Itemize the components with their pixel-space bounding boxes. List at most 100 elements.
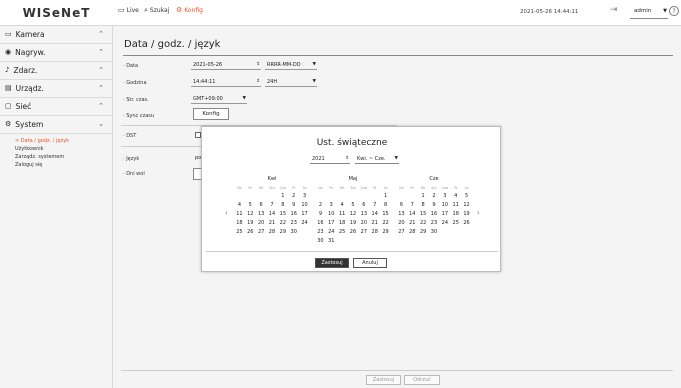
calendar-day[interactable]: 3 — [299, 192, 310, 200]
calendar-day[interactable]: 25 — [234, 228, 245, 236]
calendar-day[interactable]: 13 — [358, 210, 369, 218]
calendar-day[interactable]: 21 — [369, 219, 380, 227]
calendar-day[interactable]: 1 — [418, 192, 429, 200]
calendar-day[interactable]: 28 — [267, 228, 278, 236]
calendar-day[interactable]: 19 — [245, 219, 256, 227]
calendar-day[interactable]: 13 — [256, 210, 267, 218]
apply-button[interactable]: Zastosuj — [366, 375, 401, 385]
timezone-select[interactable]: GMT+09:00 ▼ — [191, 95, 247, 104]
calendar-day[interactable]: 26 — [245, 228, 256, 236]
sidebar-item-camera[interactable]: ▭ Kamera ⌃ — [0, 26, 112, 44]
calendar-day[interactable]: 29 — [380, 228, 391, 236]
search-button[interactable]: ⌕ Szukaj — [144, 7, 169, 15]
calendar-day[interactable]: 5 — [348, 201, 359, 209]
sidebar-item-device[interactable]: ▤ Urządz. ⌃ — [0, 80, 112, 98]
calendar-day[interactable]: 7 — [407, 201, 418, 209]
calendar-day[interactable]: 17 — [326, 219, 337, 227]
dialog-cancel-button[interactable]: Anuluj — [353, 258, 387, 268]
calendar-day[interactable]: 5 — [245, 201, 256, 209]
calendar-day[interactable]: 17 — [439, 210, 450, 218]
calendar-day[interactable]: 29 — [418, 228, 429, 236]
calendar-day[interactable]: 24 — [299, 219, 310, 227]
calendar-day[interactable]: 15 — [418, 210, 429, 218]
calendar-day[interactable]: 4 — [450, 192, 461, 200]
calendar-day[interactable]: 23 — [429, 219, 440, 227]
calendar-day[interactable]: 21 — [267, 219, 278, 227]
submenu-item-user[interactable]: Użytkownik — [15, 146, 112, 154]
calendar-day[interactable]: 9 — [288, 201, 299, 209]
prev-month-icon[interactable]: ‹ — [225, 209, 228, 217]
calendar-day[interactable]: 8 — [418, 201, 429, 209]
time-format-select[interactable]: 24H ▼ — [265, 78, 317, 87]
date-format-select[interactable]: RRRR-MM-DD ▼ — [265, 61, 317, 70]
calendar-day[interactable]: 19 — [461, 210, 472, 218]
calendar-day[interactable]: 4 — [234, 201, 245, 209]
calendar-day[interactable]: 25 — [450, 219, 461, 227]
calendar-day[interactable]: 2 — [288, 192, 299, 200]
calendar-day[interactable]: 16 — [429, 210, 440, 218]
calendar-day[interactable]: 25 — [337, 228, 348, 236]
sidebar-item-event[interactable]: ♪ Zdarz. ⌃ — [0, 62, 112, 80]
calendar-day[interactable]: 15 — [277, 210, 288, 218]
calendar-day[interactable]: 6 — [396, 201, 407, 209]
calendar-day[interactable]: 11 — [337, 210, 348, 218]
calendar-day[interactable]: 27 — [256, 228, 267, 236]
calendar-day[interactable]: 20 — [256, 219, 267, 227]
calendar-day[interactable]: 12 — [245, 210, 256, 218]
calendar-day[interactable]: 23 — [315, 228, 326, 236]
calendar-day[interactable]: 13 — [396, 210, 407, 218]
next-month-icon[interactable]: › — [477, 209, 480, 217]
calendar-day[interactable]: 6 — [256, 201, 267, 209]
calendar-day[interactable]: 10 — [326, 210, 337, 218]
submenu-item-log[interactable]: Zaloguj się — [15, 162, 112, 170]
calendar-day[interactable]: 18 — [337, 219, 348, 227]
calendar-day[interactable]: 1 — [277, 192, 288, 200]
calendar-day[interactable]: 1 — [380, 192, 391, 200]
calendar-day[interactable]: 15 — [380, 210, 391, 218]
calendar-day[interactable]: 10 — [299, 201, 310, 209]
calendar-day[interactable]: 7 — [369, 201, 380, 209]
sidebar-item-record[interactable]: ◉ Nagryw. ⌃ — [0, 44, 112, 62]
sidebar-item-system[interactable]: ⚙ System ⌄ — [0, 116, 112, 134]
calendar-day[interactable]: 26 — [348, 228, 359, 236]
calendar-day[interactable]: 10 — [439, 201, 450, 209]
calendar-day[interactable]: 28 — [407, 228, 418, 236]
calendar-day[interactable]: 24 — [439, 219, 450, 227]
calendar-day[interactable]: 4 — [337, 201, 348, 209]
calendar-day[interactable]: 8 — [277, 201, 288, 209]
calendar-day[interactable]: 11 — [450, 201, 461, 209]
calendar-day[interactable]: 14 — [407, 210, 418, 218]
calendar-day[interactable]: 23 — [288, 219, 299, 227]
calendar-day[interactable]: 2 — [429, 192, 440, 200]
calendar-day[interactable]: 8 — [380, 201, 391, 209]
calendar-day[interactable]: 3 — [326, 201, 337, 209]
calendar-day[interactable]: 30 — [288, 228, 299, 236]
year-field[interactable]: 2021 ⇕ — [310, 155, 350, 164]
setup-button[interactable]: ⚙ Konfig — [176, 7, 203, 15]
calendar-day[interactable]: 19 — [348, 219, 359, 227]
month-range-select[interactable]: Kwi. ~ Cze. ▼ — [355, 155, 399, 164]
calendar-day[interactable]: 20 — [396, 219, 407, 227]
calendar-day[interactable]: 12 — [461, 201, 472, 209]
calendar-day[interactable]: 30 — [429, 228, 440, 236]
calendar-day[interactable]: 24 — [326, 228, 337, 236]
calendar-day[interactable]: 22 — [380, 219, 391, 227]
sidebar-item-network[interactable]: ▢ Sieć ⌃ — [0, 98, 112, 116]
submenu-item-system-management[interactable]: Zarządz. systemem — [15, 154, 112, 162]
holiday-settings-button[interactable] — [193, 168, 201, 180]
calendar-day[interactable]: 7 — [267, 201, 278, 209]
calendar-day[interactable]: 9 — [315, 210, 326, 218]
calendar-day[interactable]: 14 — [267, 210, 278, 218]
language-select[interactable]: po — [193, 154, 201, 163]
calendar-day[interactable]: 11 — [234, 210, 245, 218]
calendar-day[interactable]: 16 — [288, 210, 299, 218]
logout-icon[interactable]: ⇥ — [610, 5, 618, 15]
calendar-day[interactable]: 2 — [315, 201, 326, 209]
calendar-day[interactable]: 26 — [461, 219, 472, 227]
calendar-day[interactable]: 22 — [418, 219, 429, 227]
date-field[interactable]: 2021-05-26 ⇕ — [191, 61, 261, 70]
calendar-day[interactable]: 16 — [315, 219, 326, 227]
calendar-day[interactable]: 6 — [358, 201, 369, 209]
calendar-day[interactable]: 27 — [358, 228, 369, 236]
calendar-day[interactable]: 5 — [461, 192, 472, 200]
